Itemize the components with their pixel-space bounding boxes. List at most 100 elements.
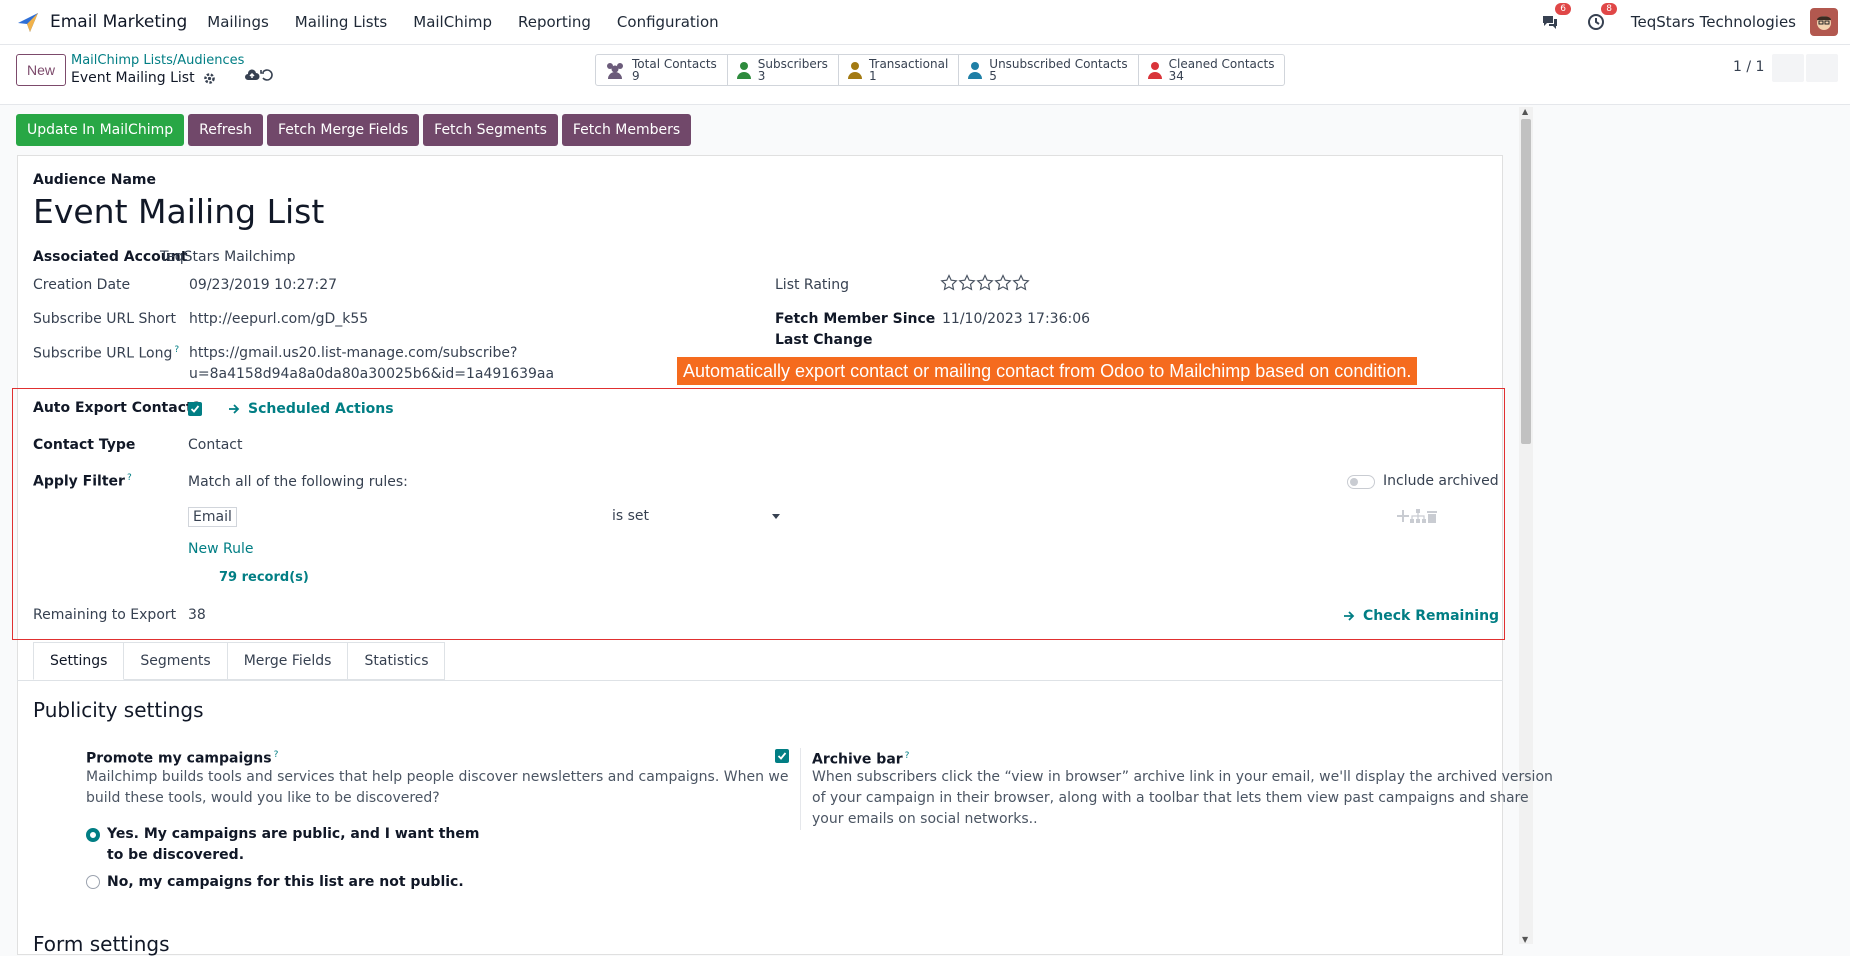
creation-date-label: Creation Date (33, 277, 131, 293)
cleaned-contacts-value: 34 (1168, 69, 1184, 83)
radio-campaigns-not-public[interactable] (86, 875, 100, 889)
activities-button[interactable]: 8 (1585, 3, 1617, 33)
notebook-tabs: Settings Segments Merge Fields Statistic… (33, 642, 446, 680)
menu-configuration[interactable]: Configuration (617, 13, 719, 31)
help-tooltip-icon[interactable]: ? (127, 473, 132, 483)
menu-mailings[interactable]: Mailings (207, 13, 268, 31)
help-tooltip-icon[interactable]: ? (174, 345, 179, 355)
form-scrollbar[interactable]: ▲ ▼ (1519, 107, 1533, 944)
radio-campaigns-public[interactable] (86, 828, 100, 842)
new-button[interactable]: New (16, 54, 66, 86)
refresh-button[interactable]: Refresh (188, 114, 263, 146)
fetch-segments-button[interactable]: Fetch Segments (423, 114, 558, 146)
main-menu: Mailings Mailing Lists MailChimp Reporti… (207, 13, 744, 31)
archive-bar-label-text: Archive bar (812, 751, 903, 768)
check-icon (777, 752, 787, 760)
fetch-member-since-value[interactable]: 11/10/2023 17:36:06 (942, 311, 1090, 327)
breadcrumb-parent[interactable]: MailChimp Lists/Audiences (71, 53, 244, 68)
fetch-merge-fields-button[interactable]: Fetch Merge Fields (266, 114, 420, 146)
promote-campaigns-label: Promote my campaigns? (86, 745, 278, 770)
new-rule-link[interactable]: New Rule (188, 541, 253, 557)
user-avatar[interactable] (1810, 8, 1838, 36)
list-rating-stars (940, 274, 1030, 292)
tab-segments[interactable]: Segments (124, 642, 228, 680)
include-archived-toggle[interactable] (1347, 475, 1375, 489)
audience-name-field[interactable]: Event Mailing List (33, 192, 324, 231)
caret-down-icon[interactable] (772, 514, 780, 520)
trash-icon[interactable] (1426, 509, 1438, 523)
pager-next-button[interactable] (1806, 54, 1838, 82)
star-icon[interactable] (994, 274, 1012, 292)
fetch-members-button[interactable]: Fetch Members (561, 114, 692, 146)
unsubscribed-contacts-button[interactable]: Unsubscribed Contacts 5 (959, 55, 1139, 85)
tab-statistics[interactable]: Statistics (348, 642, 446, 680)
radio-campaigns-public-label-line2[interactable]: to be discovered. (107, 845, 244, 866)
messages-button[interactable]: 6 (1539, 3, 1571, 33)
transactional-button[interactable]: Transactional 1 (839, 55, 960, 85)
scroll-up-icon[interactable]: ▲ (1522, 107, 1528, 116)
contact-type-value[interactable]: Contact (188, 437, 242, 453)
star-icon[interactable] (940, 274, 958, 292)
promote-campaigns-label-text: Promote my campaigns (86, 750, 272, 767)
users-icon (607, 63, 623, 79)
sitemap-icon[interactable] (1410, 509, 1426, 523)
email-marketing-logo[interactable] (16, 10, 40, 34)
navbar-systray: 6 8 TeqStars Technologies (1539, 3, 1838, 36)
list-rating-label: List Rating (775, 277, 850, 293)
pager-value[interactable]: 1 / 1 (1733, 59, 1764, 75)
cloud-upload-icon[interactable] (244, 68, 260, 82)
subscribe-url-short-label: Subscribe URL Short (33, 311, 177, 327)
pager-buttons (1770, 54, 1838, 82)
tab-settings[interactable]: Settings (33, 642, 125, 680)
star-icon[interactable] (958, 274, 976, 292)
pager-previous-button[interactable] (1772, 54, 1804, 82)
arrow-right-icon (1344, 611, 1355, 621)
subscribers-value: 3 (757, 69, 766, 83)
scroll-down-icon[interactable]: ▼ (1522, 935, 1528, 944)
records-count-link[interactable]: 79 record(s) (219, 570, 309, 585)
menu-mailchimp[interactable]: MailChimp (413, 13, 492, 31)
subscribe-url-short-value[interactable]: http://eepurl.com/gD_k55 (189, 311, 368, 327)
menu-reporting[interactable]: Reporting (518, 13, 591, 31)
archive-bar-checkbox[interactable] (775, 749, 789, 763)
star-icon[interactable] (976, 274, 994, 292)
scroll-thumb[interactable] (1521, 119, 1531, 444)
total-contacts-value: 9 (632, 69, 640, 83)
app-title[interactable]: Email Marketing (50, 12, 187, 32)
smart-buttons: Total Contacts 9 Subscribers 3 Transaction… (595, 54, 1286, 86)
user-red-icon (1147, 62, 1162, 79)
menu-mailing-lists[interactable]: Mailing Lists (295, 13, 387, 31)
plus-icon[interactable] (1396, 509, 1410, 523)
radio-campaigns-not-public-label[interactable]: No, my campaigns for this list are not p… (107, 872, 464, 893)
update-in-mailchimp-button[interactable]: Update In MailChimp (16, 114, 185, 146)
rule-operator-select[interactable]: is set (612, 508, 649, 524)
tab-merge-fields[interactable]: Merge Fields (227, 642, 349, 680)
publicity-settings-title: Publicity settings (33, 698, 204, 722)
discard-icon[interactable] (260, 68, 274, 82)
associated-account-value[interactable]: TeqStars Mailchimp (160, 249, 296, 265)
gear-icon[interactable] (203, 72, 216, 85)
settings-divider (800, 748, 801, 830)
messages-badge: 6 (1555, 3, 1571, 15)
auto-export-checkbox[interactable] (188, 402, 202, 416)
help-tooltip-icon[interactable]: ? (905, 751, 910, 761)
apply-filter-label-text: Apply Filter (33, 473, 125, 490)
company-switcher[interactable]: TeqStars Technologies (1631, 13, 1796, 31)
user-green-icon (736, 62, 751, 79)
remaining-to-export-value: 38 (188, 607, 206, 623)
control-panel: New MailChimp Lists/Audiences Event Mail… (0, 45, 1850, 105)
breadcrumb-current-label: Event Mailing List (71, 70, 195, 86)
help-tooltip-icon[interactable]: ? (274, 750, 279, 760)
star-icon[interactable] (1012, 274, 1030, 292)
rule-field-selector[interactable]: Email (188, 507, 237, 527)
radio-campaigns-public-label-line1[interactable]: Yes. My campaigns are public, and I want… (107, 824, 479, 845)
scheduled-actions-link[interactable]: Scheduled Actions (228, 401, 394, 417)
total-contacts-button[interactable]: Total Contacts 9 (596, 55, 728, 85)
rule-action-icons (1396, 509, 1438, 523)
cleaned-contacts-button[interactable]: Cleaned Contacts 34 (1139, 55, 1285, 85)
check-remaining-link[interactable]: Check Remaining (1343, 608, 1499, 624)
subscribers-button[interactable]: Subscribers 3 (728, 55, 839, 85)
subscribe-url-long-value-line2[interactable]: u=8a4158d94a8a0da80a30025b6&id=1a491639a… (189, 366, 554, 382)
subscribe-url-long-value-line1[interactable]: https://gmail.us20.list-manage.com/subsc… (189, 345, 517, 361)
arrow-right-icon (229, 404, 240, 414)
